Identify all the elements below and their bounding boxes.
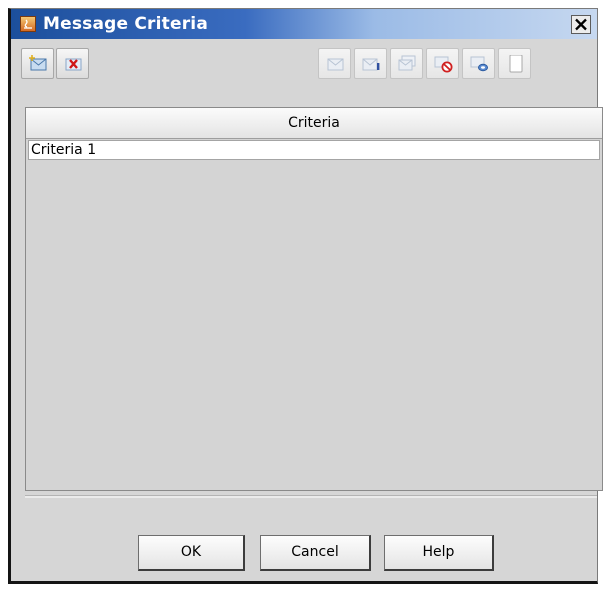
cancel-button[interactable]: Cancel	[260, 535, 371, 571]
table-row[interactable]: Criteria 1	[28, 140, 600, 160]
delete-criteria-icon	[65, 58, 82, 71]
message-info-icon	[362, 58, 380, 71]
close-button[interactable]	[571, 15, 591, 34]
dialog-title: Message Criteria	[43, 14, 208, 34]
message-icon	[327, 58, 344, 71]
delete-criteria-button[interactable]	[56, 48, 89, 79]
add-criteria-icon	[29, 55, 47, 71]
message-copy-button[interactable]	[390, 48, 423, 79]
message-block-button[interactable]	[426, 48, 459, 79]
message-copy-icon	[398, 55, 416, 71]
message-button[interactable]	[318, 48, 351, 79]
close-icon	[575, 18, 587, 31]
message-criteria-dialog: Message Criteria Criteria Criteria 1 OK …	[8, 8, 603, 584]
criteria-table: Criteria Criteria 1	[25, 107, 603, 491]
criteria-column-header[interactable]: Criteria	[26, 108, 602, 139]
add-criteria-button[interactable]	[21, 48, 54, 79]
toolbar	[11, 39, 597, 87]
message-link-icon	[470, 56, 488, 72]
blank-page-button[interactable]	[498, 48, 531, 79]
footer-divider	[25, 495, 597, 498]
help-button[interactable]: Help	[384, 535, 494, 571]
blank-page-icon	[509, 55, 523, 73]
message-info-button[interactable]	[354, 48, 387, 79]
message-link-button[interactable]	[462, 48, 495, 79]
java-app-icon	[20, 16, 36, 32]
message-block-icon	[434, 56, 453, 73]
ok-button[interactable]: OK	[138, 535, 245, 571]
title-bar[interactable]: Message Criteria	[11, 9, 597, 39]
